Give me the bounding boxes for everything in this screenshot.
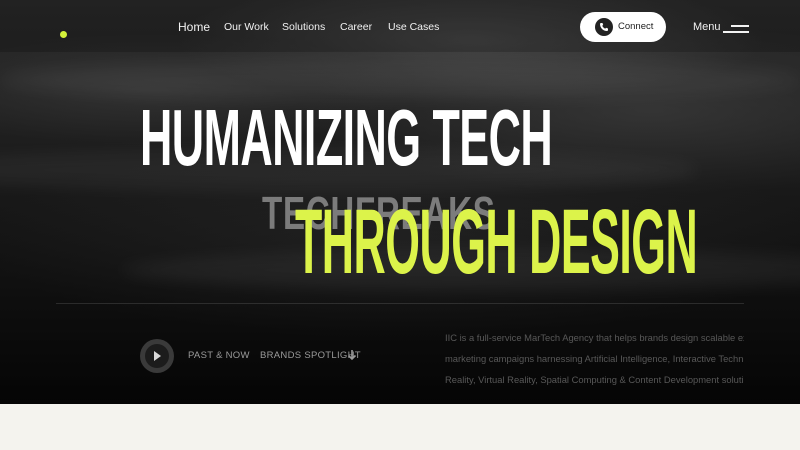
- next-section: [0, 404, 800, 450]
- divider: [56, 303, 744, 304]
- connect-button[interactable]: Connect: [580, 12, 666, 42]
- play-icon: [154, 351, 161, 361]
- description-line: IIC is a full-service MarTech Agency tha…: [445, 332, 744, 343]
- nav-item-solutions[interactable]: Solutions: [282, 21, 325, 33]
- arrow-down-icon: [347, 350, 357, 361]
- agency-description: IIC is a full-service MarTech Agency tha…: [445, 327, 744, 387]
- description-line: marketing campaigns harnessing Artificia…: [445, 353, 744, 364]
- menu-icon: [723, 25, 749, 35]
- connect-label: Connect: [618, 21, 654, 32]
- brands-spotlight-link[interactable]: BRANDS SPOTLIGHT: [260, 350, 361, 361]
- phone-icon: [595, 18, 613, 36]
- nav-item-our-work[interactable]: Our Work: [224, 21, 269, 33]
- nav-item-home[interactable]: Home: [178, 20, 210, 34]
- menu-label: Menu: [693, 21, 721, 33]
- headline-line-2: THROUGH DESIGN: [295, 191, 698, 293]
- past-now-link[interactable]: PAST & NOW: [188, 350, 250, 361]
- nav-item-career[interactable]: Career: [340, 21, 372, 33]
- play-button[interactable]: [140, 339, 174, 373]
- hero-section: Home Our Work Solutions Career Use Cases…: [0, 0, 800, 404]
- headline-line-1: HUMANIZING TECH: [140, 93, 553, 182]
- nav-item-use-cases[interactable]: Use Cases: [388, 21, 439, 33]
- description-line: Reality, Virtual Reality, Spatial Comput…: [445, 374, 744, 385]
- logo[interactable]: [60, 31, 67, 38]
